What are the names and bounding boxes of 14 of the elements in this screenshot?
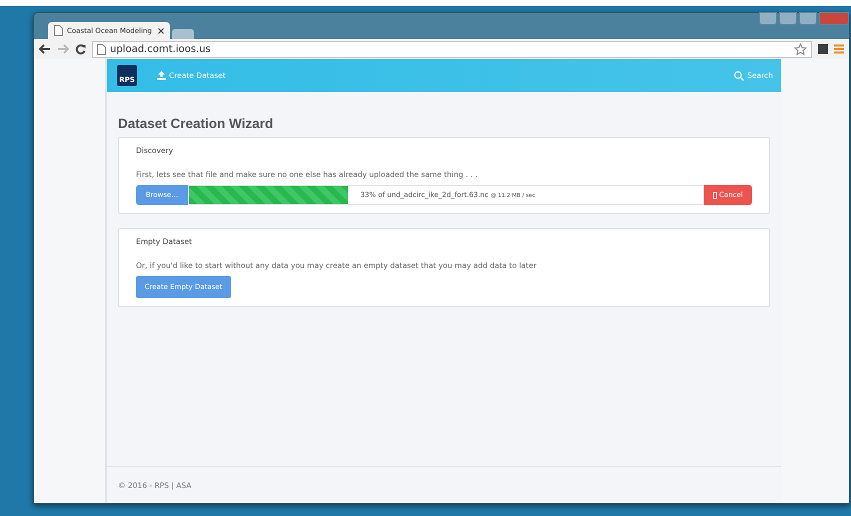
star-icon[interactable] (794, 42, 807, 56)
menu-icon[interactable] (834, 44, 844, 54)
browser-tab[interactable] (172, 29, 194, 39)
forward-icon[interactable] (57, 44, 69, 54)
cancel-icon (713, 192, 718, 198)
extension-icon[interactable] (818, 44, 828, 54)
search-icon (734, 70, 744, 80)
upload-icon (157, 71, 166, 80)
page-icon (54, 25, 63, 36)
page-title: Dataset Creation Wizard (118, 116, 274, 131)
back-icon[interactable] (39, 44, 51, 54)
address-bar[interactable]: upload.comt.ioos.us (92, 40, 812, 58)
page-icon (97, 44, 106, 54)
reload-icon[interactable] (75, 44, 86, 54)
